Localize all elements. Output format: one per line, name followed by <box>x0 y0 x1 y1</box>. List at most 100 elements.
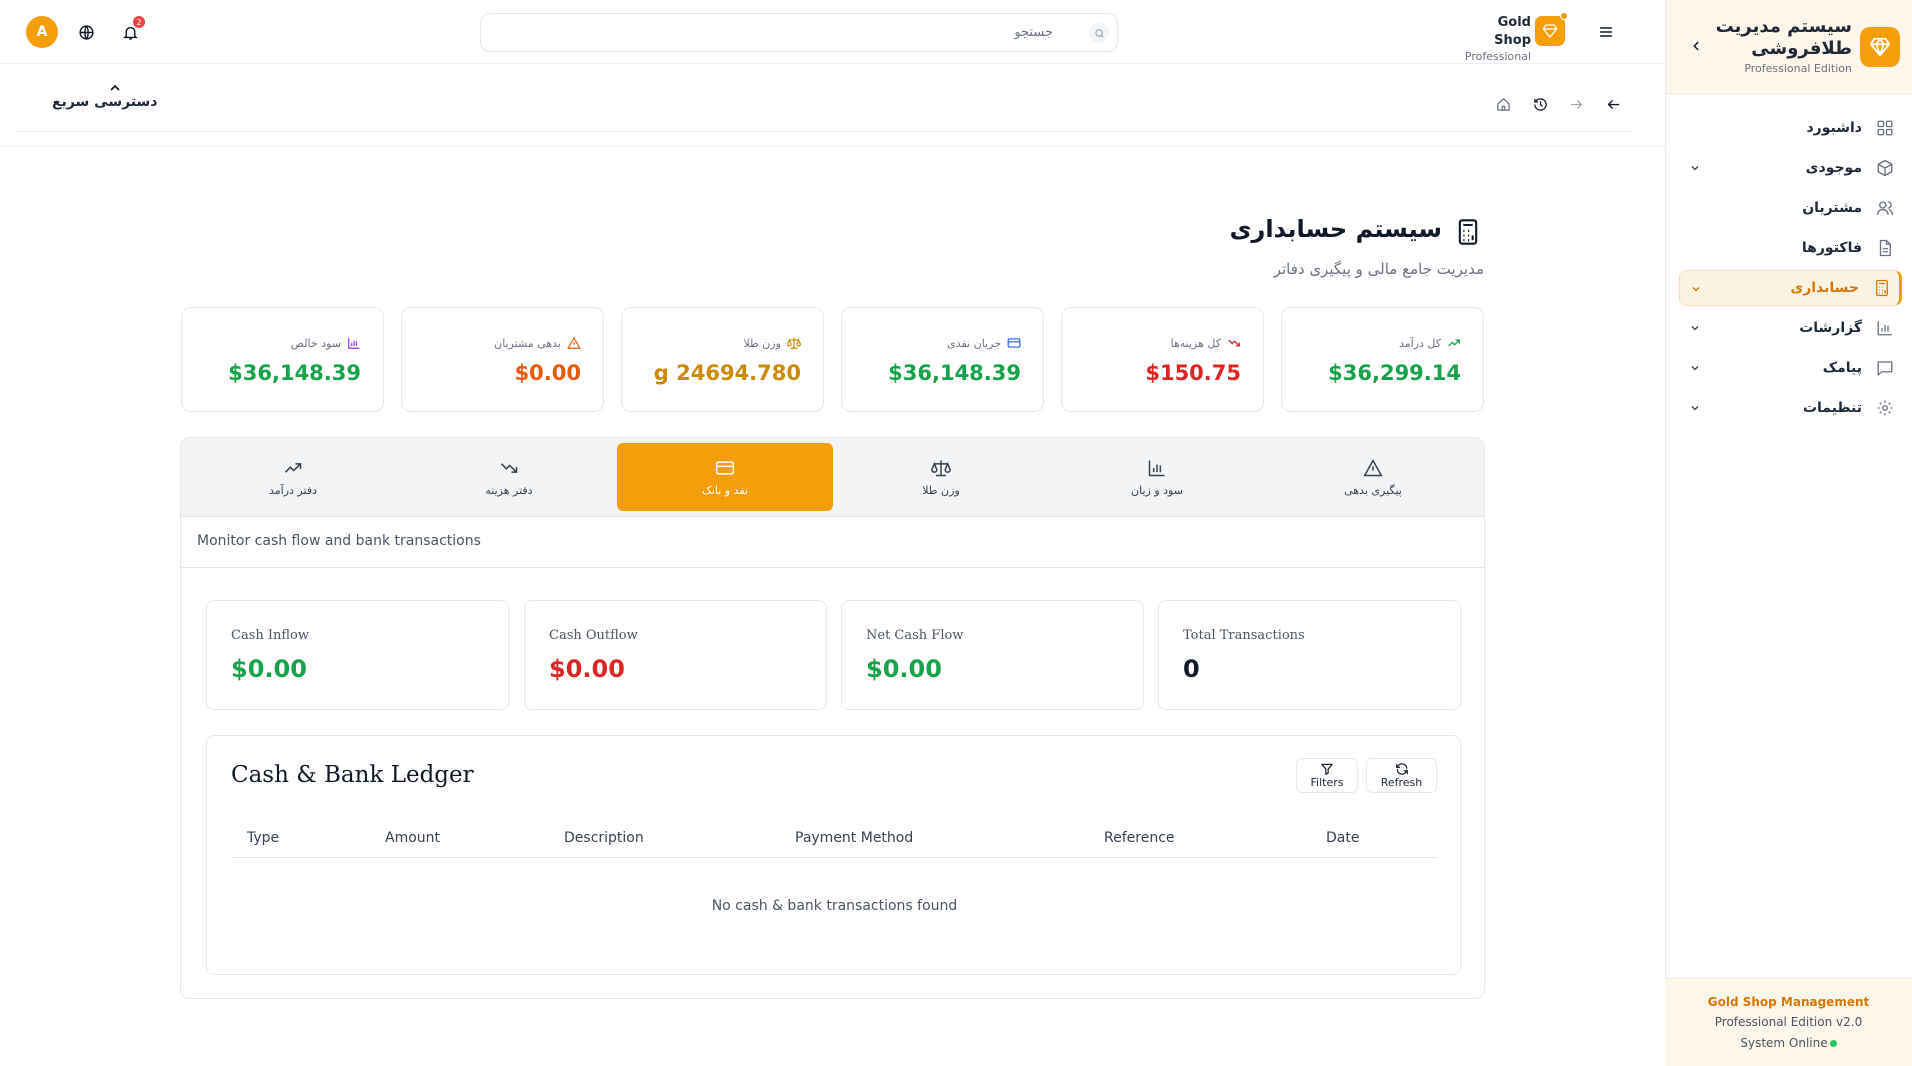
scale-icon <box>931 460 951 476</box>
users-icon <box>1874 197 1896 219</box>
tab-label: وزن طلا <box>922 483 960 497</box>
quick-access-button[interactable]: دسترسی سریع <box>52 94 157 110</box>
page-subtitle: مدیریت جامع مالی و پیگیری دفاتر <box>1273 260 1484 278</box>
sidebar-item-inventory[interactable]: موجودی <box>1679 150 1902 186</box>
tab-gold-weight[interactable]: وزن طلا <box>833 443 1049 511</box>
sidebar-nav: داشبورد موجودی مشتریان فاکتورها حسابداری… <box>1665 106 1912 430</box>
divider <box>181 567 1484 568</box>
chevron-up-icon <box>110 84 120 91</box>
app-root: سیستم مدیریت طلافروشی Professional Editi… <box>0 0 1912 1066</box>
refresh-label: Refresh <box>1380 776 1423 789</box>
back-arrow-icon[interactable] <box>1603 94 1623 114</box>
summary-label: Total Transactions <box>1183 628 1305 643</box>
tab-label: دفتر هزینه <box>485 483 533 497</box>
tab-label: سود و زیان <box>1131 483 1183 497</box>
tab-bar: پیگیری بدهی سود و زیان وزن طلا نقد و بان… <box>181 438 1484 517</box>
avatar[interactable]: A <box>26 16 58 48</box>
tab-income-ledger[interactable]: دفتر درآمد <box>185 443 401 511</box>
summary-card-cash-outflow: Cash Outflow $0.00 <box>524 600 827 710</box>
sidebar-item-label: پیامک <box>1822 360 1862 376</box>
brand-status-dot <box>1560 12 1568 20</box>
tab-expense-ledger[interactable]: دفتر هزینه <box>401 443 617 511</box>
filters-label: Filters <box>1310 776 1344 789</box>
stat-card-total-expenses: کل هزینه‌ها $150.75 <box>1061 307 1264 412</box>
summary-value: $0.00 <box>866 655 942 683</box>
column-header-date[interactable]: Date <box>1326 830 1359 846</box>
stat-label: بدهی مشتریان <box>494 336 561 350</box>
column-header-type[interactable]: Type <box>247 830 279 846</box>
history-icon[interactable] <box>1530 94 1550 114</box>
online-dot-icon <box>1829 1039 1837 1047</box>
home-icon[interactable] <box>1493 94 1513 114</box>
stat-value: $36,148.39 <box>228 361 361 385</box>
bar-chart-icon <box>1874 317 1896 339</box>
diamond-logo-icon <box>1535 16 1565 46</box>
tab-label: پیگیری بدهی <box>1344 483 1402 497</box>
tab-label: نقد و بانک <box>701 483 749 497</box>
stat-card-gold-weight: وزن طلا g 24694.780 <box>621 307 824 412</box>
globe-icon[interactable] <box>74 20 98 44</box>
column-header-payment-method[interactable]: Payment Method <box>795 830 913 846</box>
chevron-left-icon[interactable] <box>1686 36 1706 56</box>
credit-card-icon <box>1007 338 1021 348</box>
column-header-description[interactable]: Description <box>564 830 644 846</box>
panel-description: Monitor cash flow and bank transactions <box>197 533 481 549</box>
filters-button[interactable]: Filters <box>1296 758 1358 793</box>
sidebar-item-customers[interactable]: مشتریان <box>1679 190 1902 226</box>
footer-app-name: Gold Shop Management <box>1707 995 1870 1009</box>
stat-label: کل هزینه‌ها <box>1170 336 1221 350</box>
menu-icon[interactable] <box>1594 20 1618 44</box>
summary-value: $0.00 <box>549 655 625 683</box>
sidebar-edition: Professional Edition <box>1744 62 1852 75</box>
search-input[interactable] <box>493 14 1053 51</box>
bar-chart-icon <box>1148 460 1165 476</box>
chevron-down-icon <box>1687 360 1703 376</box>
summary-value: 0 <box>1183 655 1200 683</box>
sidebar-item-invoices[interactable]: فاکتورها <box>1679 230 1902 266</box>
notification-bell-button[interactable]: 2 <box>118 16 145 44</box>
footer-version: Professional Edition v2.0 <box>1714 1015 1863 1029</box>
sidebar-item-label: مشتریان <box>1802 200 1862 216</box>
tab-profit-loss[interactable]: سود و زیان <box>1049 443 1265 511</box>
ledger-title: Cash & Bank Ledger <box>231 762 474 788</box>
diamond-logo-icon <box>1860 27 1900 67</box>
sidebar-item-label: حسابداری <box>1790 280 1859 296</box>
summary-card-total-transactions: Total Transactions 0 <box>1158 600 1461 710</box>
stat-value: $0.00 <box>514 361 581 385</box>
tab-debt-tracking[interactable]: پیگیری بدهی <box>1265 443 1481 511</box>
page-title: سیستم حسابداری <box>1229 215 1442 243</box>
credit-card-icon <box>715 460 735 475</box>
refresh-button[interactable]: Refresh <box>1366 758 1437 793</box>
stat-card-total-income: کل درآمد $36,299.14 <box>1281 307 1484 412</box>
trend-down-icon <box>500 462 518 473</box>
column-header-reference[interactable]: Reference <box>1104 830 1175 846</box>
stat-card-net-profit: سود خالص $36,148.39 <box>181 307 384 412</box>
filter-icon <box>1321 763 1333 775</box>
forward-arrow-icon[interactable] <box>1566 94 1586 114</box>
sidebar-header: سیستم مدیریت طلافروشی Professional Editi… <box>1666 0 1912 94</box>
breadcrumb: دسترسی سریع <box>15 72 1635 132</box>
scale-icon <box>787 337 801 349</box>
footer-status-text: System Online <box>1740 1036 1828 1050</box>
sidebar-item-settings[interactable]: تنظیمات <box>1679 390 1902 426</box>
stat-label: کل درآمد <box>1399 336 1441 350</box>
stat-label: سود خالص <box>290 336 341 350</box>
topbar: A 2 Gold Shop Professional <box>0 0 1665 64</box>
sidebar-item-label: گزارشات <box>1799 320 1862 336</box>
sidebar-item-dashboard[interactable]: داشبورد <box>1679 110 1902 146</box>
table-header: Type Amount Description Payment Method R… <box>231 822 1438 858</box>
sidebar-item-accounting[interactable]: حسابداری <box>1679 270 1902 306</box>
tab-cash-bank[interactable]: نقد و بانک <box>617 443 833 511</box>
sidebar-footer: Gold Shop Management Professional Editio… <box>1665 978 1912 1066</box>
sidebar-item-sms[interactable]: پیامک <box>1679 350 1902 386</box>
column-header-amount[interactable]: Amount <box>385 830 440 846</box>
chevron-down-icon <box>1688 281 1704 297</box>
dashboard-icon <box>1874 117 1896 139</box>
warning-icon <box>1363 458 1383 476</box>
sidebar-item-reports[interactable]: گزارشات <box>1679 310 1902 346</box>
summary-label: Cash Inflow <box>231 628 310 643</box>
sidebar: سیستم مدیریت طلافروشی Professional Editi… <box>1665 0 1912 1066</box>
stat-value: g 24694.780 <box>653 361 801 385</box>
cash-bank-ledger: Cash & Bank Ledger Filters Refresh Type … <box>206 735 1461 975</box>
chevron-down-icon <box>1687 400 1703 416</box>
